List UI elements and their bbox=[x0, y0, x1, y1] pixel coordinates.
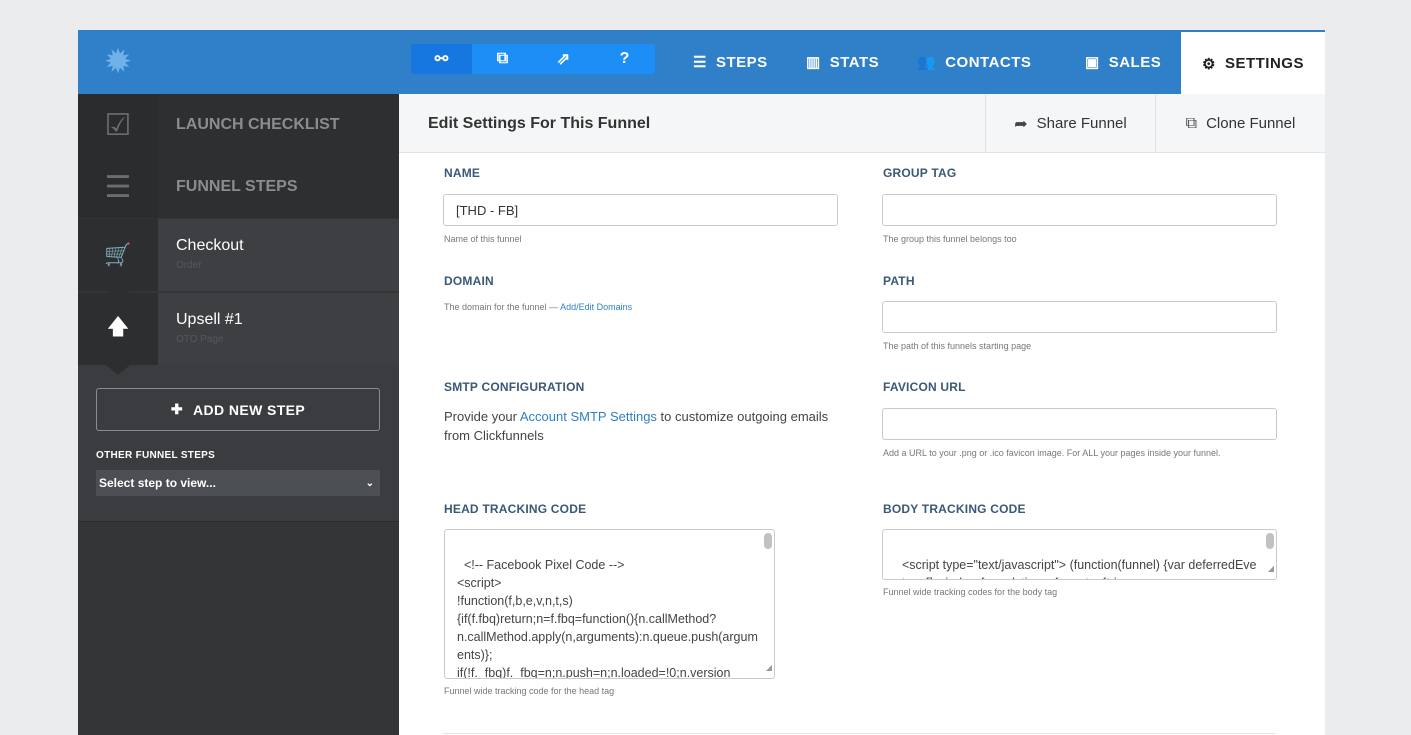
other-steps-label: OTHER FUNNEL STEPS bbox=[96, 450, 216, 461]
name-field[interactable]: [THD - FB] bbox=[443, 194, 838, 226]
domain-help: The domain for the funnel — Add/Edit Dom… bbox=[444, 302, 633, 312]
group-tag-field[interactable] bbox=[882, 194, 1277, 226]
funnel-step-upsell[interactable]: 🡅 Upsell #1 OTO Page bbox=[78, 293, 399, 365]
tab-contacts[interactable]: 👥 CONTACTS bbox=[917, 30, 1031, 94]
head-tracking-label: HEAD TRACKING CODE bbox=[444, 502, 587, 516]
path-label: PATH bbox=[883, 274, 915, 288]
top-nav-bar: ✹ ⚯ ⧉ ⇗ ? ☰ STEPS ▥ STATS 👥 CONTACTS ▣ S… bbox=[78, 30, 1325, 95]
clone-icon: ⧉ bbox=[1185, 114, 1198, 132]
gear-logo-icon[interactable]: ✹ bbox=[78, 30, 158, 94]
section-divider bbox=[443, 733, 1276, 734]
step-name: Checkout bbox=[176, 237, 244, 254]
link-icon[interactable]: ⚯ bbox=[411, 44, 472, 74]
scrollbar[interactable] bbox=[764, 533, 772, 549]
bar-chart-icon: ▥ bbox=[806, 54, 821, 71]
menu-icon: ☰ bbox=[78, 156, 158, 218]
favicon-help: Add a URL to your .png or .ico favicon i… bbox=[883, 448, 1221, 458]
favicon-label: FAVICON URL bbox=[883, 380, 966, 394]
account-smtp-settings-link[interactable]: Account SMTP Settings bbox=[520, 409, 657, 424]
users-icon: 👥 bbox=[917, 54, 937, 71]
smtp-label: SMTP CONFIGURATION bbox=[444, 380, 585, 394]
scrollbar[interactable] bbox=[1266, 533, 1274, 549]
tab-settings[interactable]: ⚙ SETTINGS bbox=[1181, 30, 1325, 95]
tab-sales[interactable]: ▣ SALES bbox=[1085, 30, 1161, 94]
content-header: Edit Settings For This Funnel ➦ Share Fu… bbox=[399, 94, 1325, 153]
help-icon[interactable]: ? bbox=[594, 44, 655, 74]
plus-icon: ✚ bbox=[170, 401, 183, 417]
clone-icon[interactable]: ⧉ bbox=[472, 44, 533, 74]
cart-icon: 🛒 bbox=[78, 219, 158, 291]
list-icon: ☰ bbox=[693, 54, 707, 71]
step-connector bbox=[106, 365, 130, 375]
share-icon: ➦ bbox=[1014, 115, 1028, 133]
name-help: Name of this funnel bbox=[444, 234, 522, 244]
resize-handle-icon[interactable]: ◢ bbox=[766, 659, 772, 677]
add-new-step-button[interactable]: ✚ ADD NEW STEP bbox=[96, 388, 380, 431]
step-type: OTO Page bbox=[176, 334, 224, 345]
step-type: Order bbox=[176, 260, 202, 271]
sidebar-item-funnel-steps[interactable]: ☰ FUNNEL STEPS bbox=[78, 156, 399, 218]
group-tag-label: GROUP TAG bbox=[883, 166, 957, 180]
body-tracking-help: Funnel wide tracking codes for the body … bbox=[883, 587, 1058, 597]
chevron-down-icon: ⌄ bbox=[365, 477, 374, 489]
path-help: The path of this funnels starting page bbox=[883, 341, 1032, 351]
money-icon: ▣ bbox=[1085, 54, 1100, 71]
body-tracking-code-field[interactable]: <script type="text/javascript"> (functio… bbox=[882, 529, 1277, 580]
resize-handle-icon[interactable]: ◢ bbox=[1268, 560, 1274, 578]
favicon-url-field[interactable] bbox=[882, 408, 1277, 440]
add-edit-domains-link[interactable]: Add/Edit Domains bbox=[560, 302, 632, 312]
funnel-quick-actions: ⚯ ⧉ ⇗ ? bbox=[411, 44, 655, 74]
tab-stats[interactable]: ▥ STATS bbox=[806, 30, 879, 94]
group-tag-help: The group this funnel belongs too bbox=[883, 234, 1017, 244]
path-field[interactable] bbox=[882, 301, 1277, 333]
funnel-step-checkout[interactable]: 🛒 Checkout Order bbox=[78, 219, 399, 291]
clone-funnel-button[interactable]: ⧉ Clone Funnel bbox=[1155, 94, 1325, 153]
domain-label: DOMAIN bbox=[444, 274, 494, 288]
share-funnel-button[interactable]: ➦ Share Funnel bbox=[985, 94, 1155, 153]
page-title: Edit Settings For This Funnel bbox=[428, 115, 651, 132]
sidebar-actions: ✚ ADD NEW STEP OTHER FUNNEL STEPS Select… bbox=[78, 365, 399, 522]
smtp-description: Provide your Account SMTP Settings to cu… bbox=[444, 409, 829, 443]
head-tracking-code-field[interactable]: <!-- Facebook Pixel Code --> <script> !f… bbox=[444, 529, 775, 679]
name-label: NAME bbox=[444, 166, 481, 180]
arrow-up-icon: 🡅 bbox=[78, 293, 158, 365]
external-link-icon[interactable]: ⇗ bbox=[533, 44, 594, 74]
checkbox-icon: ☑ bbox=[78, 94, 158, 156]
funnel-sidebar: ☑ LAUNCH CHECKLIST ☰ FUNNEL STEPS 🛒 Chec… bbox=[78, 94, 399, 735]
tab-steps[interactable]: ☰ STEPS bbox=[693, 30, 768, 94]
sidebar-item-launch-checklist[interactable]: ☑ LAUNCH CHECKLIST bbox=[78, 94, 399, 156]
body-tracking-label: BODY TRACKING CODE bbox=[883, 502, 1026, 516]
other-steps-select[interactable]: Select step to view... ⌄ bbox=[96, 470, 380, 496]
head-tracking-help: Funnel wide tracking code for the head t… bbox=[444, 686, 615, 696]
gear-icon: ⚙ bbox=[1202, 55, 1216, 73]
step-name: Upsell #1 bbox=[176, 311, 243, 328]
